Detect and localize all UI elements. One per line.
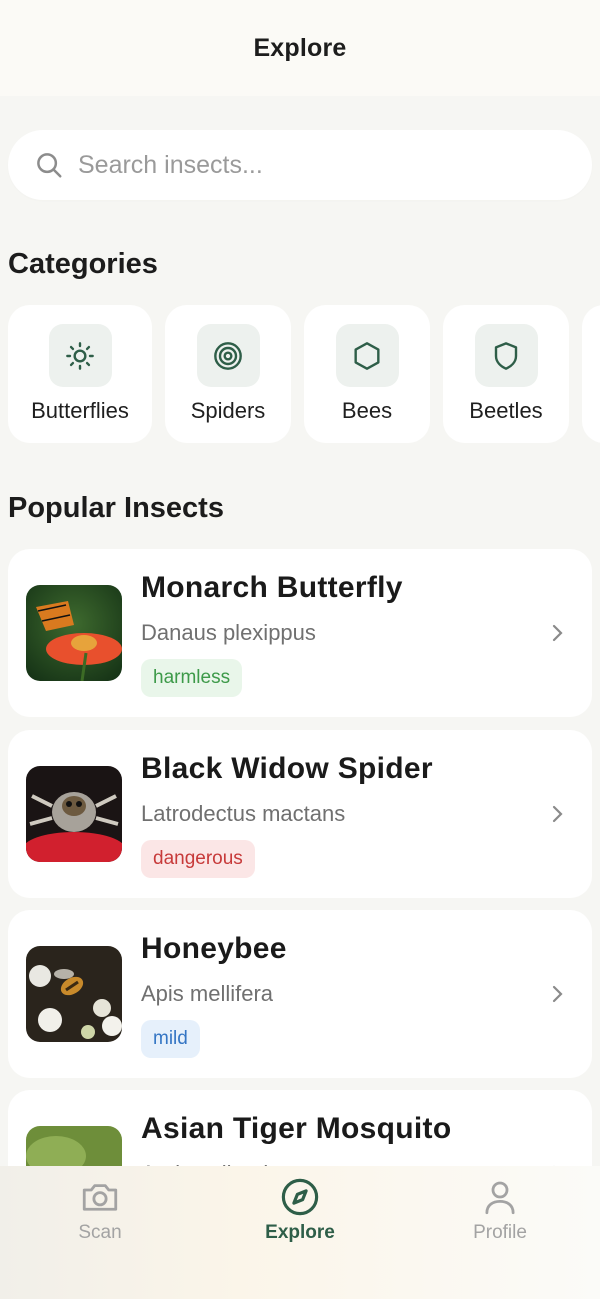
insect-image	[26, 585, 122, 681]
user-icon	[485, 1181, 515, 1215]
page-title: Explore	[253, 33, 347, 62]
category-label: Butterflies	[31, 398, 129, 423]
category-butterflies[interactable]: Butterflies	[8, 305, 152, 443]
insect-scientific-name: Apis mellifera	[141, 981, 274, 1006]
danger-badge: harmless	[141, 659, 243, 697]
insect-name: Monarch Butterfly	[141, 571, 403, 604]
danger-badge: mild	[141, 1020, 200, 1058]
nav-profile[interactable]: Profile	[415, 1176, 585, 1299]
insect-name: Asian Tiger Mosquito	[141, 1112, 452, 1145]
nav-scan[interactable]: Scan	[15, 1176, 185, 1299]
category-bees[interactable]: Bees	[304, 305, 430, 443]
chevron-right-icon	[552, 985, 563, 1003]
target-icon	[214, 341, 242, 370]
search-bar[interactable]	[8, 130, 592, 200]
insect-card-monarch[interactable]: Monarch Butterfly Danaus plexippus harml…	[8, 549, 592, 717]
sun-icon	[66, 341, 94, 370]
nav-label: Scan	[78, 1222, 122, 1243]
insect-scientific-name: Latrodectus mactans	[141, 801, 346, 826]
category-label: Bees	[341, 398, 393, 423]
chevron-right-icon	[552, 624, 563, 642]
insect-image	[26, 946, 122, 1042]
category-spiders[interactable]: Spiders	[165, 305, 291, 443]
shield-icon	[494, 341, 518, 370]
categories-title: Categories	[8, 248, 158, 280]
popular-title: Popular Insects	[8, 492, 224, 524]
nav-label: Explore	[265, 1222, 335, 1243]
search-icon	[37, 153, 62, 178]
explore-screen: Explore Categories Butterflies	[0, 0, 600, 1299]
search-input[interactable]	[78, 150, 592, 180]
insect-image	[26, 766, 122, 862]
chevron-right-icon	[552, 805, 563, 823]
insect-scientific-name: Danaus plexippus	[141, 620, 316, 645]
insect-name: Black Widow Spider	[141, 752, 433, 785]
category-beetles[interactable]: Beetles	[443, 305, 569, 443]
category-next-peek[interactable]	[582, 305, 600, 443]
category-label: Beetles	[469, 398, 543, 423]
nav-label: Profile	[473, 1222, 527, 1243]
insect-card-black-widow[interactable]: Black Widow Spider Latrodectus mactans d…	[8, 730, 592, 898]
category-label: Spiders	[190, 398, 266, 423]
compass-icon	[281, 1178, 319, 1216]
nav-explore[interactable]: Explore	[215, 1176, 385, 1299]
hexagon-icon	[354, 341, 380, 370]
danger-badge: dangerous	[141, 840, 255, 878]
insect-name: Honeybee	[141, 932, 287, 965]
header: Explore	[0, 0, 600, 96]
camera-icon	[82, 1184, 118, 1211]
categories-row: Butterflies Spiders Bees Beetles	[8, 305, 600, 445]
insect-card-honeybee[interactable]: Honeybee Apis mellifera mild	[8, 910, 592, 1078]
bottom-nav: Scan Explore Profile	[0, 1166, 600, 1299]
